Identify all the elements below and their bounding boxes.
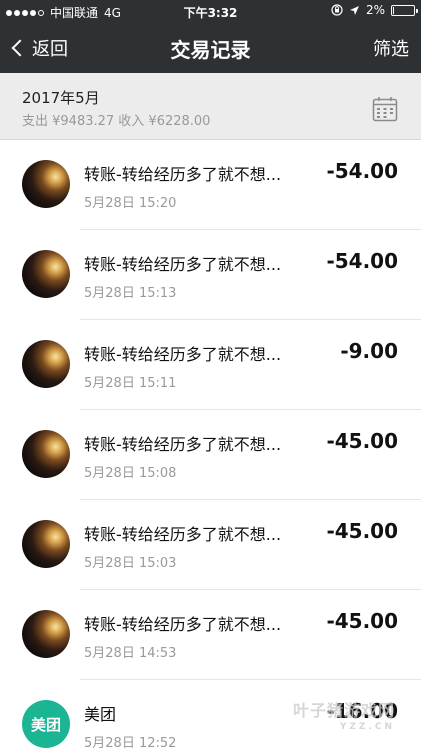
month-summary: 2017年5月 支出 ¥9483.27 收入 ¥6228.00 <box>0 73 421 140</box>
transaction-time: 5月28日 15:03 <box>84 556 177 571</box>
page-title: 交易记录 <box>170 38 251 62</box>
avatar <box>22 160 70 208</box>
location-arrow-icon <box>349 5 359 15</box>
transaction-name: 转账-转给经历多了就不想... <box>84 525 282 544</box>
navigation-bar: 返回 交易记录 筛选 <box>0 22 421 73</box>
transaction-row[interactable]: 转账-转给经历多了就不想... 5月28日 14:53 -45.00 <box>0 590 421 680</box>
transaction-amount: -54.00 <box>326 249 398 273</box>
filter-button[interactable]: 筛选 <box>373 35 409 61</box>
transaction-time: 5月28日 15:11 <box>84 376 177 391</box>
transaction-amount: -45.00 <box>326 609 398 633</box>
avatar <box>22 430 70 478</box>
meituan-logo: 美团 <box>22 700 70 748</box>
transaction-amount: -54.00 <box>326 159 398 183</box>
transaction-time: 5月28日 15:08 <box>84 466 177 481</box>
month-label: 2017年5月 <box>22 89 100 107</box>
transaction-amount: -45.00 <box>326 429 398 453</box>
watermark-subtext: YZZ.CN <box>339 722 395 732</box>
transaction-list: 转账-转给经历多了就不想... 5月28日 15:20 -54.00 转账-转给… <box>0 140 421 750</box>
avatar <box>22 610 70 658</box>
avatar <box>22 340 70 388</box>
transaction-name: 转账-转给经历多了就不想... <box>84 165 282 184</box>
transaction-time: 5月28日 15:20 <box>84 196 177 211</box>
transaction-row[interactable]: 转账-转给经历多了就不想... 5月28日 15:11 -9.00 <box>0 320 421 410</box>
battery-icon <box>391 4 418 16</box>
top-bar: 中国联通 4G 下午3:32 2% 返回 交易记录 筛选 <box>0 0 421 73</box>
transaction-amount: -9.00 <box>340 339 398 363</box>
watermark-text: 叶子猪游戏网 <box>292 701 395 720</box>
orientation-lock-icon <box>331 4 343 16</box>
avatar <box>22 250 70 298</box>
transaction-name: 转账-转给经历多了就不想... <box>84 615 282 634</box>
avatar <box>22 520 70 568</box>
transaction-name: 美团 <box>84 705 117 724</box>
calendar-icon[interactable] <box>372 96 398 122</box>
transaction-time: 5月28日 12:52 <box>84 736 177 750</box>
transaction-row[interactable]: 转账-转给经历多了就不想... 5月28日 15:03 -45.00 <box>0 500 421 590</box>
transaction-time: 5月28日 15:13 <box>84 286 177 301</box>
transaction-row[interactable]: 转账-转给经历多了就不想... 5月28日 15:20 -54.00 <box>0 140 421 230</box>
transaction-time: 5月28日 14:53 <box>84 646 177 661</box>
transaction-name: 转账-转给经历多了就不想... <box>84 345 282 364</box>
transaction-amount: -45.00 <box>326 519 398 543</box>
transaction-name: 转账-转给经历多了就不想... <box>84 255 282 274</box>
transaction-row[interactable]: 转账-转给经历多了就不想... 5月28日 15:13 -54.00 <box>0 230 421 320</box>
transaction-row[interactable]: 转账-转给经历多了就不想... 5月28日 15:08 -45.00 <box>0 410 421 500</box>
watermark: 叶子猪游戏网 YZZ.CN <box>293 697 395 732</box>
transaction-name: 转账-转给经历多了就不想... <box>84 435 282 454</box>
battery-percent: 2% <box>365 3 385 17</box>
status-bar: 中国联通 4G 下午3:32 2% <box>0 0 421 22</box>
month-totals: 支出 ¥9483.27 收入 ¥6228.00 <box>22 114 211 129</box>
